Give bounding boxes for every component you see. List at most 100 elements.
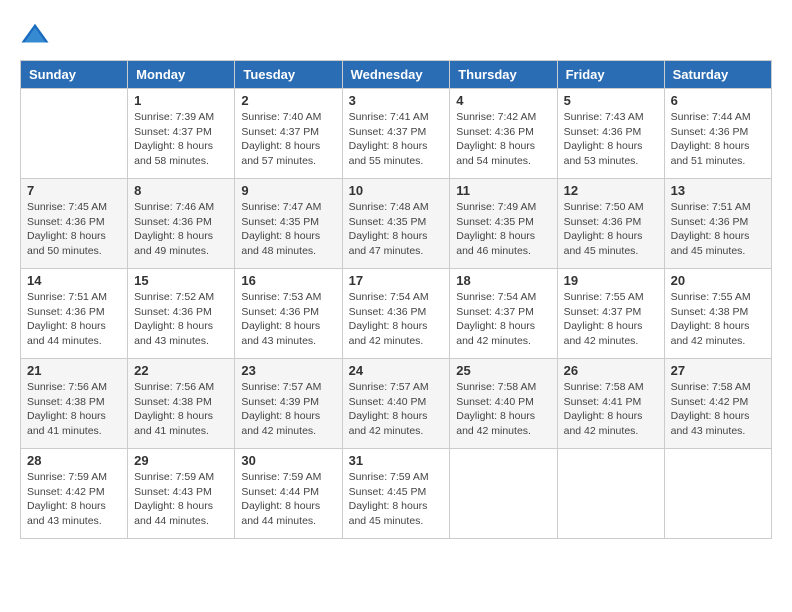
day-number: 17: [349, 273, 444, 288]
day-number: 24: [349, 363, 444, 378]
calendar-cell: 19 Sunrise: 7:55 AMSunset: 4:37 PMDayligh…: [557, 269, 664, 359]
day-info: Sunrise: 7:49 AMSunset: 4:35 PMDaylight:…: [456, 200, 550, 259]
calendar-cell: 14 Sunrise: 7:51 AMSunset: 4:36 PMDayligh…: [21, 269, 128, 359]
day-info: Sunrise: 7:48 AMSunset: 4:35 PMDaylight:…: [349, 200, 444, 259]
day-info: Sunrise: 7:59 AMSunset: 4:45 PMDaylight:…: [349, 470, 444, 529]
day-info: Sunrise: 7:58 AMSunset: 4:42 PMDaylight:…: [671, 380, 765, 439]
calendar-cell: [557, 449, 664, 539]
weekday-header-sunday: Sunday: [21, 61, 128, 89]
day-info: Sunrise: 7:45 AMSunset: 4:36 PMDaylight:…: [27, 200, 121, 259]
day-info: Sunrise: 7:40 AMSunset: 4:37 PMDaylight:…: [241, 110, 335, 169]
calendar-cell: 11 Sunrise: 7:49 AMSunset: 4:35 PMDayligh…: [450, 179, 557, 269]
calendar-cell: 13Sunrise: 7:51 AMSunset: 4:36 PMDayligh…: [664, 179, 771, 269]
calendar-cell: 18Sunrise: 7:54 AMSunset: 4:37 PMDayligh…: [450, 269, 557, 359]
day-number: 30: [241, 453, 335, 468]
calendar-cell: 26Sunrise: 7:58 AMSunset: 4:41 PMDayligh…: [557, 359, 664, 449]
calendar-table: SundayMondayTuesdayWednesdayThursdayFrid…: [20, 60, 772, 539]
weekday-header-tuesday: Tuesday: [235, 61, 342, 89]
calendar-cell: 17 Sunrise: 7:54 AMSunset: 4:36 PMDayligh…: [342, 269, 450, 359]
calendar-cell: 25 Sunrise: 7:58 AMSunset: 4:40 PMDayligh…: [450, 359, 557, 449]
day-number: 14: [27, 273, 121, 288]
day-number: 21: [27, 363, 121, 378]
calendar-cell: 27 Sunrise: 7:58 AMSunset: 4:42 PMDayligh…: [664, 359, 771, 449]
calendar-cell: 23 Sunrise: 7:57 AMSunset: 4:39 PMDayligh…: [235, 359, 342, 449]
day-number: 4: [456, 93, 550, 108]
calendar-cell: 16Sunrise: 7:53 AMSunset: 4:36 PMDayligh…: [235, 269, 342, 359]
day-info: Sunrise: 7:56 AMSunset: 4:38 PMDaylight:…: [134, 380, 228, 439]
calendar-cell: 21 Sunrise: 7:56 AMSunset: 4:38 PMDayligh…: [21, 359, 128, 449]
day-info: Sunrise: 7:43 AMSunset: 4:36 PMDaylight:…: [564, 110, 658, 169]
day-number: 3: [349, 93, 444, 108]
day-info: Sunrise: 7:57 AMSunset: 4:40 PMDaylight:…: [349, 380, 444, 439]
calendar-cell: 8Sunrise: 7:46 AMSunset: 4:36 PMDaylight…: [128, 179, 235, 269]
calendar-week-row: 21 Sunrise: 7:56 AMSunset: 4:38 PMDayligh…: [21, 359, 772, 449]
calendar-cell: 22 Sunrise: 7:56 AMSunset: 4:38 PMDayligh…: [128, 359, 235, 449]
day-number: 31: [349, 453, 444, 468]
day-info: Sunrise: 7:56 AMSunset: 4:38 PMDaylight:…: [27, 380, 121, 439]
calendar-cell: 15Sunrise: 7:52 AMSunset: 4:36 PMDayligh…: [128, 269, 235, 359]
day-number: 27: [671, 363, 765, 378]
logo-icon: [20, 20, 50, 50]
calendar-cell: 9 Sunrise: 7:47 AMSunset: 4:35 PMDaylight…: [235, 179, 342, 269]
day-number: 26: [564, 363, 658, 378]
day-info: Sunrise: 7:42 AMSunset: 4:36 PMDaylight:…: [456, 110, 550, 169]
calendar-cell: 10 Sunrise: 7:48 AMSunset: 4:35 PMDayligh…: [342, 179, 450, 269]
day-info: Sunrise: 7:59 AMSunset: 4:42 PMDaylight:…: [27, 470, 121, 529]
day-number: 22: [134, 363, 228, 378]
day-number: 20: [671, 273, 765, 288]
weekday-header-wednesday: Wednesday: [342, 61, 450, 89]
calendar-cell: 3 Sunrise: 7:41 AMSunset: 4:37 PMDaylight…: [342, 89, 450, 179]
weekday-header-thursday: Thursday: [450, 61, 557, 89]
day-info: Sunrise: 7:41 AMSunset: 4:37 PMDaylight:…: [349, 110, 444, 169]
calendar-cell: 12 Sunrise: 7:50 AMSunset: 4:36 PMDayligh…: [557, 179, 664, 269]
calendar-cell: 6 Sunrise: 7:44 AMSunset: 4:36 PMDaylight…: [664, 89, 771, 179]
day-info: Sunrise: 7:39 AMSunset: 4:37 PMDaylight:…: [134, 110, 228, 169]
day-info: Sunrise: 7:47 AMSunset: 4:35 PMDaylight:…: [241, 200, 335, 259]
day-info: Sunrise: 7:58 AMSunset: 4:40 PMDaylight:…: [456, 380, 550, 439]
calendar-cell: 7 Sunrise: 7:45 AMSunset: 4:36 PMDaylight…: [21, 179, 128, 269]
logo: [20, 20, 54, 50]
day-number: 5: [564, 93, 658, 108]
day-info: Sunrise: 7:59 AMSunset: 4:43 PMDaylight:…: [134, 470, 228, 529]
day-number: 7: [27, 183, 121, 198]
day-number: 25: [456, 363, 550, 378]
calendar-cell: [450, 449, 557, 539]
day-info: Sunrise: 7:55 AMSunset: 4:37 PMDaylight:…: [564, 290, 658, 349]
day-number: 1: [134, 93, 228, 108]
calendar-cell: 28 Sunrise: 7:59 AMSunset: 4:42 PMDayligh…: [21, 449, 128, 539]
calendar-cell: 29Sunrise: 7:59 AMSunset: 4:43 PMDayligh…: [128, 449, 235, 539]
day-number: 13: [671, 183, 765, 198]
calendar-week-row: 7 Sunrise: 7:45 AMSunset: 4:36 PMDaylight…: [21, 179, 772, 269]
day-number: 19: [564, 273, 658, 288]
calendar-cell: [664, 449, 771, 539]
calendar-cell: [21, 89, 128, 179]
day-info: Sunrise: 7:44 AMSunset: 4:36 PMDaylight:…: [671, 110, 765, 169]
calendar-week-row: 28 Sunrise: 7:59 AMSunset: 4:42 PMDayligh…: [21, 449, 772, 539]
page-header: [20, 20, 772, 50]
weekday-header-row: SundayMondayTuesdayWednesdayThursdayFrid…: [21, 61, 772, 89]
day-info: Sunrise: 7:52 AMSunset: 4:36 PMDaylight:…: [134, 290, 228, 349]
day-number: 18: [456, 273, 550, 288]
day-info: Sunrise: 7:46 AMSunset: 4:36 PMDaylight:…: [134, 200, 228, 259]
weekday-header-monday: Monday: [128, 61, 235, 89]
day-info: Sunrise: 7:54 AMSunset: 4:36 PMDaylight:…: [349, 290, 444, 349]
calendar-cell: 30Sunrise: 7:59 AMSunset: 4:44 PMDayligh…: [235, 449, 342, 539]
day-number: 9: [241, 183, 335, 198]
day-info: Sunrise: 7:57 AMSunset: 4:39 PMDaylight:…: [241, 380, 335, 439]
day-number: 2: [241, 93, 335, 108]
day-number: 10: [349, 183, 444, 198]
day-info: Sunrise: 7:51 AMSunset: 4:36 PMDaylight:…: [27, 290, 121, 349]
day-number: 12: [564, 183, 658, 198]
calendar-week-row: 14 Sunrise: 7:51 AMSunset: 4:36 PMDayligh…: [21, 269, 772, 359]
weekday-header-friday: Friday: [557, 61, 664, 89]
calendar-cell: 24 Sunrise: 7:57 AMSunset: 4:40 PMDayligh…: [342, 359, 450, 449]
day-number: 11: [456, 183, 550, 198]
calendar-cell: 1 Sunrise: 7:39 AMSunset: 4:37 PMDaylight…: [128, 89, 235, 179]
day-number: 6: [671, 93, 765, 108]
day-info: Sunrise: 7:50 AMSunset: 4:36 PMDaylight:…: [564, 200, 658, 259]
calendar-cell: 2 Sunrise: 7:40 AMSunset: 4:37 PMDaylight…: [235, 89, 342, 179]
day-number: 28: [27, 453, 121, 468]
calendar-cell: 20Sunrise: 7:55 AMSunset: 4:38 PMDayligh…: [664, 269, 771, 359]
weekday-header-saturday: Saturday: [664, 61, 771, 89]
day-number: 23: [241, 363, 335, 378]
